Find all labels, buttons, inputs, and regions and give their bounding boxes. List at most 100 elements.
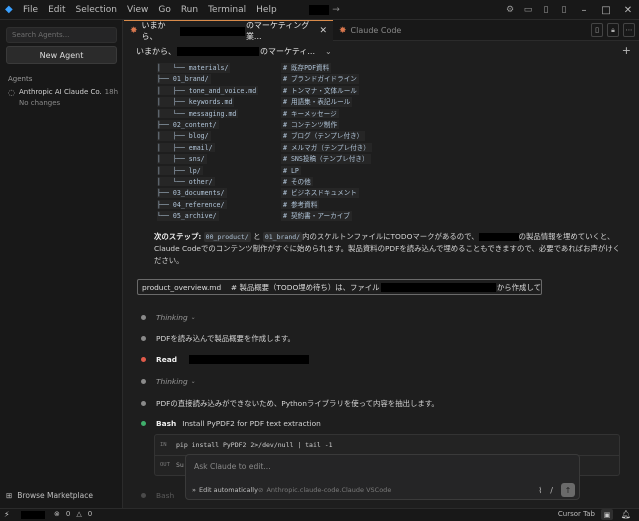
thinking-step-1[interactable]: Thinking ⌄ <box>141 313 196 322</box>
tab-claude-code[interactable]: ✸ Claude Code <box>333 20 423 41</box>
notifications-bell-icon[interactable]: 🔔︎ <box>621 510 631 519</box>
user-message-redacted <box>380 282 496 292</box>
more-icon[interactable]: ⋯ <box>623 23 635 37</box>
maximize-icon[interactable]: □ <box>595 0 617 20</box>
assistant-step-2-text: PDFの直接読み込みができないため、Pythonライブラリを使って内容を抽出しま… <box>156 399 439 408</box>
agent-chat-icon: ◌ <box>8 88 15 97</box>
chat-input-panel[interactable]: Ask Claude to edit... » Edit automatical… <box>185 454 580 500</box>
tree-path: │ ├── tone_and_voice.md <box>157 85 259 96</box>
thinking-step-2[interactable]: Thinking ⌄ <box>141 377 196 386</box>
menu-terminal[interactable]: Terminal <box>208 5 246 15</box>
chat-input-toolbar: » Edit automatically ⊘ Anthropic.claude-… <box>186 481 579 501</box>
next-step-paragraph: 次のステップ: 00_product/ と 01_brand/内のスケルトンファ… <box>154 231 624 267</box>
assistant-step-2: PDFの直接読み込みができないため、Pythonライブラリを使って内容を抽出しま… <box>141 398 439 409</box>
slash-command-button[interactable]: / <box>550 486 553 495</box>
tree-comment: # メルマガ（テンプレ付き） <box>281 142 372 153</box>
tree-comment: # SNS投稿（テンプレ付き） <box>281 154 371 164</box>
tree-path: ├── 03_documents/ <box>157 188 227 198</box>
agent-list-item[interactable]: ◌ Anthropic AI Claude Co... 18h No chang… <box>6 88 118 108</box>
read-step[interactable]: Read <box>141 355 309 364</box>
layout-sidebar-icon[interactable]: ▯ <box>539 0 553 20</box>
minimize-icon[interactable]: – <box>573 0 595 20</box>
edit-mode-toggle[interactable]: » Edit automatically <box>192 486 258 494</box>
user-message-box[interactable]: product_overview.md # 製品概要（TODO埋め待ち）は、ファ… <box>137 279 542 295</box>
bash-step[interactable]: Bash Install PyPDF2 for PDF text extract… <box>141 419 321 428</box>
conversation-header: いまから、 のマーケティ... ⌄ + <box>124 41 639 61</box>
conversation-title-prefix: いまから、 <box>136 46 176 56</box>
user-message-suffix: から作成して <box>496 282 541 292</box>
window-controls: ⚙ ▭ ▯ ▯ – □ ✕ <box>501 0 639 20</box>
split-editor-icon[interactable]: ▯ <box>591 23 603 37</box>
chevron-down-icon[interactable]: ⌄ <box>325 47 332 56</box>
status-dot-error <box>141 357 146 362</box>
tree-path: │ ├── sns/ <box>157 154 207 164</box>
search-agents-input[interactable]: Search Agents... <box>6 27 117 43</box>
send-button[interactable]: ↑ <box>561 483 575 497</box>
tree-line: │ ├── blog/ # ブログ（テンプレ付き） <box>157 130 417 141</box>
thinking-label: Thinking <box>156 313 188 322</box>
tree-line: ├── 03_documents/ # ビジネスドキュメント <box>157 187 417 198</box>
browse-marketplace-link[interactable]: ⊞ Browse Marketplace <box>6 491 93 500</box>
tree-path: ├── 02_content/ <box>157 119 219 130</box>
next-step-text-1: 内のスケルトンファイルにTODOマークがあるので、 <box>302 232 479 241</box>
new-conversation-plus-icon[interactable]: + <box>622 44 631 57</box>
copilot-icon[interactable]: ▣ <box>601 509 613 520</box>
agent-time: 18h <box>104 88 118 96</box>
chevron-down-icon: ⌄ <box>190 314 196 321</box>
directory-tree: │ └── materials/ # 既存PDF資料 ├── 01_brand/ # … <box>157 62 417 221</box>
cursor-tab-label[interactable]: Cursor Tab <box>558 510 595 518</box>
claude-spark-icon: ✸ <box>339 25 347 36</box>
tree-path: │ ├── blog/ <box>157 131 211 141</box>
forward-arrow-icon[interactable]: → <box>332 5 340 15</box>
tree-line: │ ├── keywords.md # 用語集・表記ルール <box>157 96 417 107</box>
tree-comment: # 契約書・アーカイブ <box>281 211 352 221</box>
problems-indicator[interactable]: ⊗ 0 △ 0 <box>54 510 92 518</box>
status-bar: ⚡︎ ⊗ 0 △ 0 Cursor Tab ▣ 🔔︎ <box>0 508 639 521</box>
menu-edit[interactable]: Edit <box>48 5 65 15</box>
claude-spark-icon: ✸ <box>130 26 138 36</box>
menu-go[interactable]: Go <box>158 5 170 15</box>
bash-description: Install PyPDF2 for PDF text extraction <box>182 419 321 428</box>
menu-view[interactable]: View <box>127 5 148 15</box>
layout-secondary-icon[interactable]: ▯ <box>557 0 571 20</box>
tree-comment: # 参考資料 <box>281 199 320 210</box>
menu-selection[interactable]: Selection <box>76 5 117 15</box>
code-brand-dir: 01_brand/ <box>262 232 303 242</box>
error-icon: ⊗ <box>54 510 60 518</box>
menu-help[interactable]: Help <box>256 5 277 15</box>
lock-icon[interactable]: 🔒︎ <box>607 23 619 37</box>
fast-forward-icon: » <box>192 486 196 494</box>
layout-panel-icon[interactable]: ▭ <box>521 0 535 20</box>
and-text: と <box>253 232 261 241</box>
attach-paperclip-icon[interactable]: ⌇ <box>538 486 542 495</box>
close-window-icon[interactable]: ✕ <box>617 0 639 20</box>
tree-line: │ ├── lp/ # LP <box>157 165 417 176</box>
tree-line: │ ├── tone_and_voice.md # トンマナ・文体ルール <box>157 85 417 96</box>
chat-input-field[interactable]: Ask Claude to edit... <box>194 462 271 471</box>
code-product-dir: 00_product/ <box>203 232 251 242</box>
warning-count: 0 <box>87 510 93 518</box>
extension-context[interactable]: ⊘ Anthropic.claude-code.Claude VSCode <box>258 486 391 494</box>
tree-path: │ └── messaging.md <box>157 108 239 119</box>
read-label: Read <box>156 355 177 364</box>
tree-comment: # キーメッセージ <box>281 108 339 119</box>
tab-claude-code-label: Claude Code <box>350 26 402 35</box>
assistant-step-1: PDFを読み込んで製品概要を作成します。 <box>141 333 295 344</box>
tree-line: │ ├── sns/ # SNS投稿（テンプレ付き） <box>157 153 417 164</box>
status-dot <box>141 401 146 406</box>
agents-heading: Agents <box>8 75 33 83</box>
menu-file[interactable]: File <box>23 5 38 15</box>
new-agent-button[interactable]: New Agent <box>6 46 117 64</box>
menu-run[interactable]: Run <box>181 5 198 15</box>
status-dot <box>141 315 146 320</box>
remote-icon[interactable]: ⚡︎ <box>4 510 10 519</box>
status-dot <box>141 493 146 498</box>
settings-gear-icon[interactable]: ⚙ <box>503 0 517 20</box>
tab-active-conversation[interactable]: ✸ いまから、 のマーケティング業... ✕ <box>124 20 333 41</box>
tree-line: ├── 04_reference/ # 参考資料 <box>157 199 417 210</box>
title-bar: ◆ File Edit Selection View Go Run Termin… <box>0 0 639 20</box>
tab-close-icon[interactable]: ✕ <box>319 26 327 36</box>
tree-line: │ ├── email/ # メルマガ（テンプレ付き） <box>157 142 417 153</box>
tree-comment: # ビジネスドキュメント <box>281 188 359 198</box>
tab-title-prefix: いまから、 <box>141 21 166 41</box>
